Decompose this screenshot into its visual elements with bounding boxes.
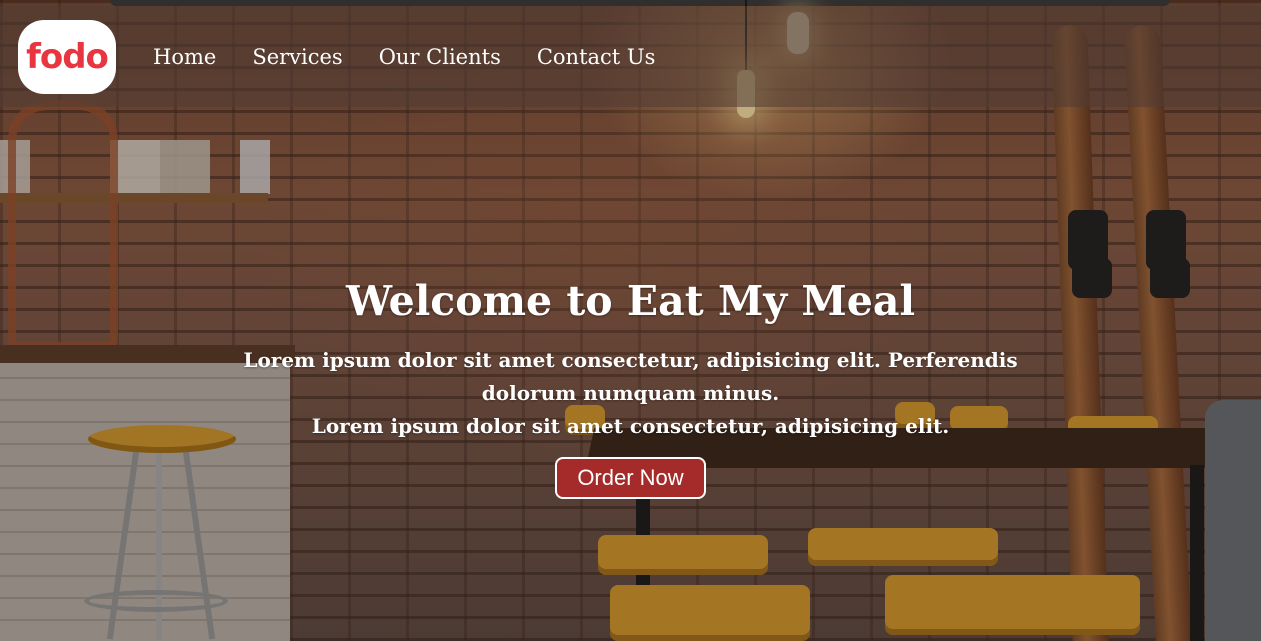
nav-link-contact-us[interactable]: Contact Us bbox=[537, 45, 656, 69]
logo[interactable]: fodo bbox=[18, 19, 116, 94]
nav-links: Home Services Our Clients Contact Us bbox=[153, 45, 655, 69]
nav-link-home[interactable]: Home bbox=[153, 45, 216, 69]
nav-link-our-clients[interactable]: Our Clients bbox=[379, 45, 501, 69]
logo-text: fodo bbox=[26, 36, 109, 77]
order-now-button[interactable]: Order Now bbox=[555, 457, 706, 499]
hero-description: Lorem ipsum dolor sit amet consectetur, … bbox=[211, 344, 1051, 443]
hero: Welcome to Eat My Meal Lorem ipsum dolor… bbox=[0, 272, 1261, 499]
hero-title: Welcome to Eat My Meal bbox=[345, 277, 916, 325]
hero-line-2: Lorem ipsum dolor sit amet consectetur, … bbox=[311, 414, 950, 438]
hero-line-1: Lorem ipsum dolor sit amet consectetur, … bbox=[243, 348, 1018, 405]
navbar: fodo Home Services Our Clients Contact U… bbox=[0, 6, 1261, 107]
nav-link-services[interactable]: Services bbox=[252, 45, 342, 69]
